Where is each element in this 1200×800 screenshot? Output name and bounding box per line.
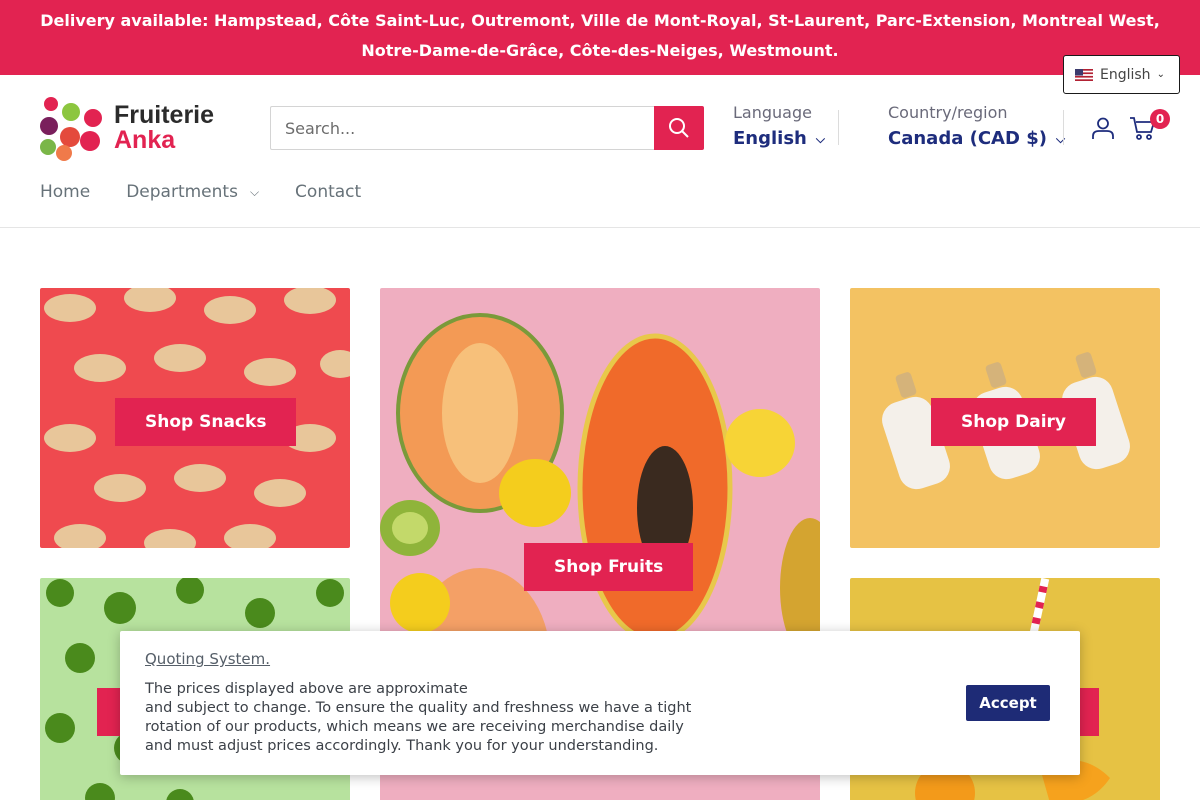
us-flag-icon [1075, 68, 1093, 81]
language-label: Language [733, 103, 812, 122]
shop-fruits-button[interactable]: Shop Fruits [524, 543, 694, 591]
divider [838, 110, 839, 145]
country-value: Canada (CAD $) [888, 128, 1047, 149]
chevron-down-icon: ⌵ [815, 132, 825, 146]
chevron-down-icon: ⌄ [1156, 69, 1165, 80]
nav-item-contact[interactable]: Contact [295, 182, 361, 202]
country-selector[interactable]: Country/region Canada (CAD $) ⌵ [888, 102, 1065, 154]
search-button[interactable] [654, 106, 704, 150]
quoting-notice-banner: Quoting System. The prices displayed abo… [120, 631, 1080, 775]
shop-dairy-button[interactable]: Shop Dairy [931, 398, 1096, 446]
logo-line-1: Fruiterie [114, 101, 215, 129]
accept-button[interactable]: Accept [966, 685, 1050, 721]
language-pill[interactable]: English ⌄ [1063, 55, 1180, 94]
account-icon[interactable] [1091, 116, 1115, 140]
tile-snacks[interactable]: Shop Snacks [40, 288, 350, 548]
nav-item-label: Home [40, 182, 91, 202]
nav-item-departments[interactable]: Departments ⌵ [126, 182, 259, 202]
language-value: English [733, 128, 807, 149]
site-header: Fruiterie Anka Language English ⌵ Countr… [0, 75, 1200, 228]
tile-dairy[interactable]: Shop Dairy [850, 288, 1160, 548]
logo[interactable]: Fruiterie Anka [40, 95, 214, 161]
search-icon [669, 118, 689, 138]
quoting-notice-text: The prices displayed above are approxima… [145, 681, 692, 754]
cart-count-badge: 0 [1150, 109, 1170, 129]
country-label: Country/region [888, 103, 1008, 122]
quoting-system-link[interactable]: Quoting System. [145, 650, 270, 668]
search-input[interactable] [270, 106, 654, 150]
main-nav: Home Departments ⌵ Contact [40, 182, 397, 202]
announcement-text: Delivery available: Hampstead, Côte Sain… [40, 11, 1160, 60]
logo-line-2: Anka [114, 126, 176, 154]
nav-item-home[interactable]: Home [40, 182, 90, 202]
chevron-down-icon: ⌵ [249, 184, 260, 199]
nav-item-label: Departments [126, 182, 238, 202]
language-pill-label: English [1100, 66, 1151, 83]
announcement-bar: Delivery available: Hampstead, Côte Sain… [0, 0, 1200, 75]
search-bar [270, 106, 704, 150]
language-selector[interactable]: Language English ⌵ [733, 102, 825, 154]
shop-snacks-button[interactable]: Shop Snacks [115, 398, 297, 446]
nav-item-label: Contact [295, 182, 362, 202]
logo-fruit-icon [40, 95, 104, 161]
divider [1063, 110, 1064, 145]
